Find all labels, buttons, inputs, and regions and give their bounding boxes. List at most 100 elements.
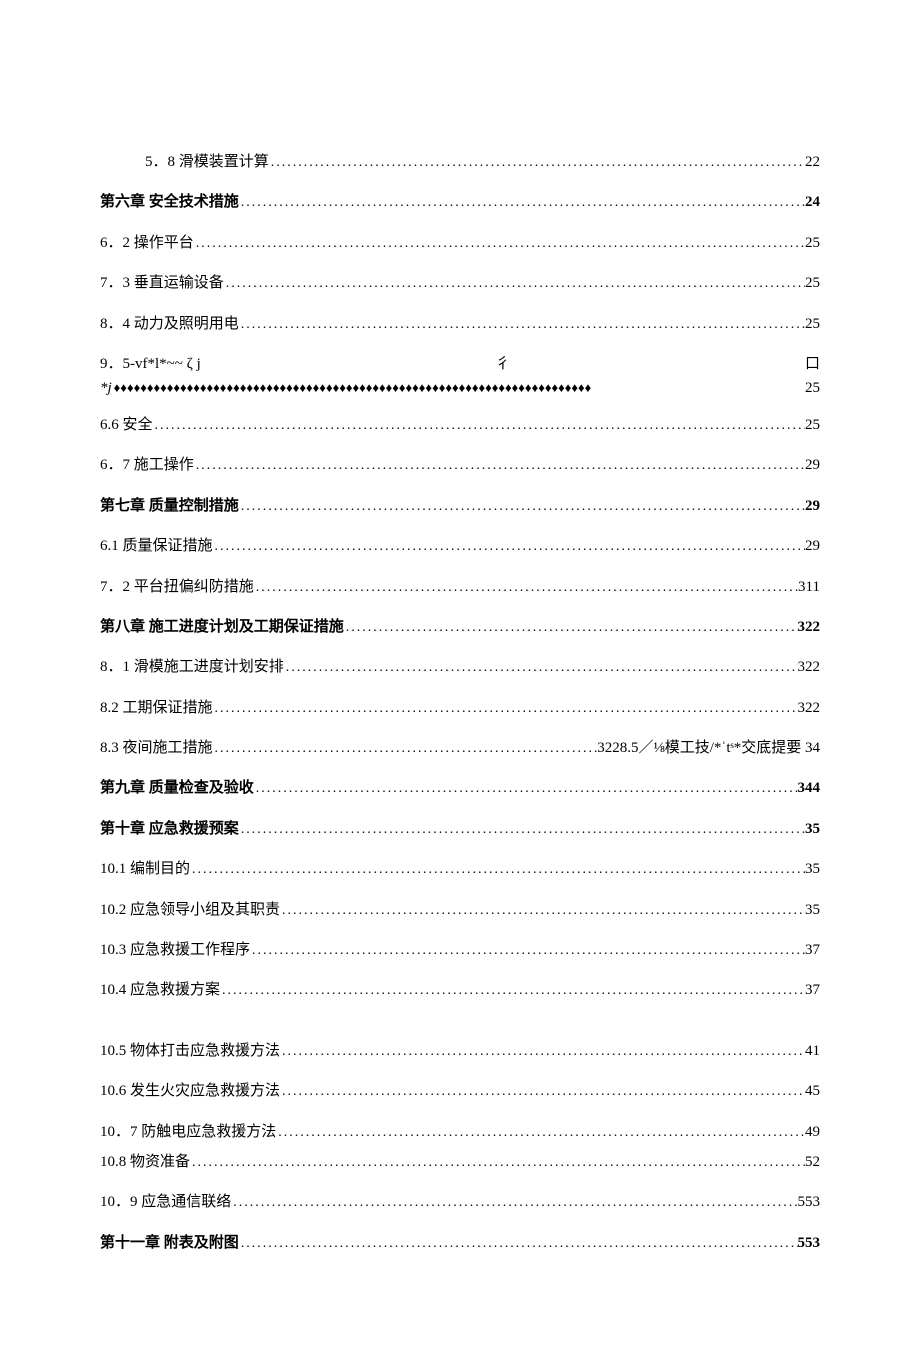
toc-page-number: 52 [805,1150,820,1174]
toc-label: 10．9 应急通信联络 [100,1190,231,1214]
toc-label: 6.6 安全 [100,413,153,437]
toc-entry: 10．9 应急通信联络.............................… [100,1190,820,1214]
toc-label: 10.1 编制目的 [100,857,190,881]
toc-label: 第十章 应急救援预案 [100,817,239,841]
toc-label: 6．7 施工操作 [100,453,194,477]
toc-entry: 10.6 发生火灾应急救援方法 ........................… [100,1079,820,1103]
toc-entry: 第六章 安全技术措施..............................… [100,190,820,214]
toc-entry: 6．7 施工操作................................… [100,453,820,477]
toc-leader-dots: ........................................… [280,900,805,922]
toc-leader-dots: ........................................… [280,1041,805,1063]
toc-leader-dots: ........................................… [213,738,598,760]
toc-label: 10.5 物体打击应急救援方法 [100,1039,280,1063]
toc-leader-diamonds: ♦♦♦♦♦♦♦♦♦♦♦♦♦♦♦♦♦♦♦♦♦♦♦♦♦♦♦♦♦♦♦♦♦♦♦♦♦♦♦♦… [112,380,805,396]
toc-entry: 10.5 物体打击应急救援方法 ........................… [100,1039,820,1063]
toc-label: 8.3 夜间施工措施 [100,736,213,760]
toc-right-text: 口 [805,352,820,376]
toc-entry: 第九章 质量检查及验收.............................… [100,776,820,800]
toc-label: 第六章 安全技术措施 [100,190,239,214]
toc-page-number: 37 [805,978,820,1002]
toc-label: 10.4 应急救援方案 [100,978,220,1002]
toc-page-number: 49 [805,1120,820,1144]
toc-label: 10.8 物资准备 [100,1150,190,1174]
toc-entry: 7．2 平台扭偏纠防措施............................… [100,575,820,599]
toc-page-text: 3228.5／⅛模工技/*ˈtˢ*交底提要 34 [597,736,820,760]
toc-label: 10.6 发生火灾应急救援方法 [100,1079,280,1103]
toc-page-number: 25 [805,380,820,397]
toc-label: 6.1 质量保证措施 [100,534,213,558]
toc-entry: 8.2 工期保证措施..............................… [100,696,820,720]
toc-label: 7．2 平台扭偏纠防措施 [100,575,254,599]
toc-label: 8．1 滑模施工进度计划安排 [100,655,284,679]
toc-leader-dots: ........................................… [190,859,805,881]
toc-leader-dots: ........................................… [194,233,805,255]
toc-page-number: 311 [798,575,820,599]
toc-leader-dots: ........................................… [269,152,805,174]
toc-label: 9．5-vf*l*~~ ζ j [100,352,201,376]
toc-label: 8．4 动力及照明用电 [100,312,239,336]
toc-page-number: 24 [805,190,820,214]
toc-page-number: 37 [805,938,820,962]
toc-middle-text: 彳 [491,352,514,376]
toc-leader-dots: ........................................… [224,273,805,295]
toc-entry: 5．8 滑模装置计算..............................… [100,150,820,174]
toc-label: 5．8 滑模装置计算 [145,150,269,174]
toc-leader-dots: ........................................… [239,314,805,336]
toc-leader-dots: ........................................… [239,192,805,214]
toc-leader-dots: ........................................… [280,1081,805,1103]
toc-entry: 9．5-vf*l*~~ ζ j 彳 口 [100,352,820,376]
toc-leader-dots: ........................................… [213,536,805,558]
toc-label: *j [100,380,112,397]
toc-leader-dots: ........................................… [239,819,805,841]
toc-label: 7．3 垂直运输设备 [100,271,224,295]
toc-label: 第十一章 附表及附图 [100,1231,239,1255]
toc-leader-dots: ........................................… [276,1122,805,1144]
toc-leader-dots: ........................................… [153,415,805,437]
toc-label: 第八章 施工进度计划及工期保证措施 [100,615,344,639]
toc-page-number: 25 [805,413,820,437]
toc-entry: 7．3 垂直运输设备..............................… [100,271,820,295]
toc-label: 10.2 应急领导小组及其职责 [100,898,280,922]
toc-label: 10.3 应急救援工作程序 [100,938,250,962]
toc-page-number: 322 [798,696,821,720]
toc-entry: 8.3 夜间施工措施 .............................… [100,736,820,760]
toc-label: 第九章 质量检查及验收 [100,776,254,800]
toc-page-number: 25 [805,271,820,295]
toc-leader-dots: ........................................… [344,617,798,639]
toc-page-number: 41 [805,1039,820,1063]
toc-entry: 10.1 编制目的...............................… [100,857,820,881]
toc-page-number: 29 [805,494,820,518]
toc-entry: 6．2 操作平台................................… [100,231,820,255]
toc-leader-dots: ........................................… [213,698,798,720]
toc-page-number: 22 [805,150,820,174]
toc-entry: 8．4 动力及照明用电.............................… [100,312,820,336]
toc-page-number: 344 [798,776,821,800]
toc-leader-dots: ........................................… [284,657,798,679]
toc-page-number: 322 [798,615,821,639]
toc-leader-dots: ........................................… [231,1192,797,1214]
toc-leader-dots: ........................................… [239,1233,798,1255]
toc-label: 10．7 防触电应急救援方法 [100,1120,276,1144]
table-of-contents: 5．8 滑模装置计算..............................… [100,150,820,1255]
toc-entry: 10.3 应急救援工作程序...........................… [100,938,820,962]
toc-entry: 第八章 施工进度计划及工期保证措施.......................… [100,615,820,639]
toc-leader-dots: ........................................… [254,577,798,599]
toc-page-number: 553 [798,1190,821,1214]
toc-entry: 10.2 应急领导小组及其职责.........................… [100,898,820,922]
toc-leader-dots: ........................................… [254,778,798,800]
toc-entry: 10.4 应急救援方案.............................… [100,978,820,1002]
toc-page-number: 553 [798,1231,821,1255]
toc-page-number: 29 [805,534,820,558]
toc-entry: 6.6 安全..................................… [100,413,820,437]
toc-page-number: 35 [805,817,820,841]
toc-label: 第七章 质量控制措施 [100,494,239,518]
toc-leader-dots: ........................................… [239,496,805,518]
toc-page-number: 35 [805,857,820,881]
toc-leader-dots: ........................................… [250,940,805,962]
toc-entry: 10．7 防触电应急救援方法 .........................… [100,1120,820,1144]
toc-entry: 第十一章 附表及附图..............................… [100,1231,820,1255]
toc-entry: 10.8 物资准备...............................… [100,1150,820,1174]
toc-label: 6．2 操作平台 [100,231,194,255]
toc-entry: 6.1 质量保证措施..............................… [100,534,820,558]
toc-entry-continuation: *j♦♦♦♦♦♦♦♦♦♦♦♦♦♦♦♦♦♦♦♦♦♦♦♦♦♦♦♦♦♦♦♦♦♦♦♦♦♦… [100,380,820,397]
